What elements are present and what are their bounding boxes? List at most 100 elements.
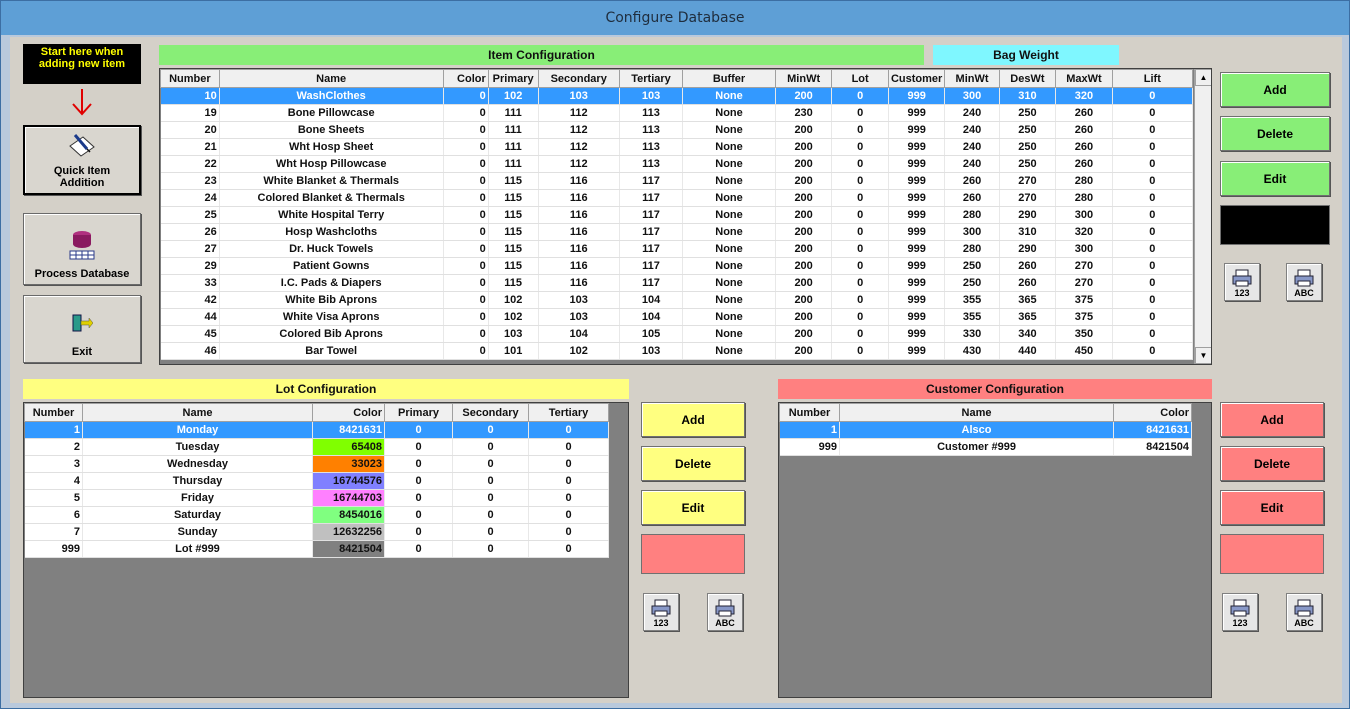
item-color-swatch[interactable] <box>1220 205 1330 245</box>
table-row[interactable]: 5 Friday 16744703 0 0 0 <box>24 489 609 507</box>
table-cell: 113 <box>619 138 684 156</box>
table-row[interactable]: 24 Colored Blanket & Thermals 0 115 116 117 No… <box>160 189 1194 207</box>
table-row[interactable]: 27 Dr. Huck Towels 0 115 116 117 None 200 0 999 28… <box>160 240 1194 258</box>
col-tertiary[interactable]: Tertiary <box>528 403 609 422</box>
item-print-by-name-button[interactable]: ABC <box>1286 263 1322 301</box>
table-cell: 200 <box>775 121 833 139</box>
col-lift[interactable]: Lift <box>1111 69 1194 88</box>
table-row[interactable]: 29 Patient Gowns 0 115 116 117 None 200 0 999 250 2… <box>160 257 1194 275</box>
table-row[interactable]: 999 Lot #999 8421504 0 0 0 <box>24 540 609 558</box>
col-bag-minwt[interactable]: MinWt <box>944 69 1000 88</box>
table-row[interactable]: 33 I.C. Pads & Diapers 0 115 116 117 None 200 0 9… <box>160 274 1194 292</box>
table-row[interactable]: 26 Hosp Washcloths 0 115 116 117 None 200 0 999 30… <box>160 223 1194 241</box>
col-name[interactable]: Name <box>82 403 313 422</box>
table-row[interactable]: 45 Colored Bib Aprons 0 103 104 105 None 200 0 99… <box>160 325 1194 343</box>
col-buffer[interactable]: Buffer <box>682 69 776 88</box>
col-secondary[interactable]: Secondary <box>537 69 620 88</box>
table-row[interactable]: 10 WashClothes 0 102 103 103 None 200 0 999 300 310… <box>160 87 1194 105</box>
table-cell: None <box>682 87 776 105</box>
table-cell: 0 <box>452 506 529 524</box>
lot-config-grid[interactable]: Number Name Color Primary Secondary Tert… <box>23 402 629 698</box>
table-cell: 0 <box>452 523 529 541</box>
lot-delete-button[interactable]: Delete <box>641 446 745 481</box>
customer-color-swatch[interactable] <box>1220 534 1324 574</box>
item-add-button[interactable]: Add <box>1220 72 1330 107</box>
col-tertiary[interactable]: Tertiary <box>618 69 684 88</box>
lot-add-button[interactable]: Add <box>641 402 745 437</box>
customer-delete-button[interactable]: Delete <box>1220 446 1324 481</box>
table-cell: Dr. Huck Towels <box>219 240 444 258</box>
table-row[interactable]: 3 Wednesday 33023 0 0 0 <box>24 455 609 473</box>
col-color[interactable]: Color <box>312 403 385 422</box>
item-edit-button[interactable]: Edit <box>1220 161 1330 196</box>
col-secondary[interactable]: Secondary <box>452 403 529 422</box>
table-cell: 21 <box>160 138 220 156</box>
customer-add-button[interactable]: Add <box>1220 402 1324 437</box>
col-number[interactable]: Number <box>779 403 840 422</box>
printer-icon <box>1293 269 1315 287</box>
col-color[interactable]: Color <box>1113 403 1192 422</box>
table-row[interactable]: 4 Thursday 16744576 0 0 0 <box>24 472 609 490</box>
col-number[interactable]: Number <box>160 69 220 88</box>
col-primary[interactable]: Primary <box>487 69 539 88</box>
table-cell: Bone Sheets <box>219 121 444 139</box>
item-config-table: Number Name Color Primary Secondary Tert… <box>160 69 1194 360</box>
table-row[interactable]: 2 Tuesday 65408 0 0 0 <box>24 438 609 456</box>
table-cell: 0 <box>831 223 889 241</box>
col-primary[interactable]: Primary <box>384 403 453 422</box>
scroll-down-arrow-icon[interactable]: ▼ <box>1195 347 1211 364</box>
col-customer[interactable]: Customer <box>887 69 946 88</box>
customer-config-grid[interactable]: Number Name Color 1 Alsco 8421631 999 Custom… <box>778 402 1212 698</box>
print-number-label: 123 <box>653 618 669 628</box>
customer-print-by-name-button[interactable]: ABC <box>1286 593 1322 631</box>
lot-color-swatch[interactable] <box>641 534 745 574</box>
lot-print-by-number-button[interactable]: 123 <box>643 593 679 631</box>
table-cell: Colored Bib Aprons <box>219 325 444 343</box>
col-color[interactable]: Color <box>442 69 489 88</box>
table-row[interactable]: 25 White Hospital Terry 0 115 116 117 None 200 0… <box>160 206 1194 224</box>
table-row[interactable]: 23 White Blanket & Thermals 0 115 116 117 None… <box>160 172 1194 190</box>
exit-button[interactable]: Exit <box>23 295 141 363</box>
col-bag-maxwt[interactable]: MaxWt <box>1055 69 1113 88</box>
table-cell: 0 <box>831 257 889 275</box>
table-cell: 0 <box>831 308 889 326</box>
lot-print-by-name-button[interactable]: ABC <box>707 593 743 631</box>
quick-item-addition-label: Quick Item Addition <box>53 165 111 189</box>
lot-config-header-row: Number Name Color Primary Secondary Tert… <box>24 403 609 422</box>
scroll-up-arrow-icon[interactable]: ▲ <box>1195 69 1211 86</box>
table-row[interactable]: 1 Alsco 8421631 <box>779 421 1192 439</box>
item-config-grid[interactable]: Number Name Color Primary Secondary Tert… <box>159 68 1212 365</box>
table-row[interactable]: 42 White Bib Aprons 0 102 103 104 None 200 0 999 3… <box>160 291 1194 309</box>
table-row[interactable]: 20 Bone Sheets 0 111 112 113 None 200 0 999 240 250… <box>160 121 1194 139</box>
table-cell: 250 <box>999 121 1057 139</box>
col-name[interactable]: Name <box>839 403 1114 422</box>
table-row[interactable]: 6 Saturday 8454016 0 0 0 <box>24 506 609 524</box>
lot-edit-button[interactable]: Edit <box>641 490 745 525</box>
table-row[interactable]: 999 Customer #999 8421504 <box>779 438 1192 456</box>
customer-print-by-number-button[interactable]: 123 <box>1222 593 1258 631</box>
col-minwt[interactable]: MinWt <box>774 69 833 88</box>
customer-edit-button[interactable]: Edit <box>1220 490 1324 525</box>
col-name[interactable]: Name <box>218 69 444 88</box>
item-delete-button[interactable]: Delete <box>1220 116 1330 151</box>
table-cell: 20 <box>160 121 220 139</box>
table-row[interactable]: 21 Wht Hosp Sheet 0 111 112 113 None 200 0 999 240… <box>160 138 1194 156</box>
item-print-by-number-button[interactable]: 123 <box>1224 263 1260 301</box>
quick-item-addition-button[interactable]: Quick Item Addition <box>23 125 141 195</box>
table-row[interactable]: 7 Sunday 12632256 0 0 0 <box>24 523 609 541</box>
table-row[interactable]: 44 White Visa Aprons 0 102 103 104 None 200 0 999… <box>160 308 1194 326</box>
table-row[interactable]: 46 Bar Towel 0 101 102 103 None 200 0 999 430 440 45… <box>160 342 1194 360</box>
process-database-button[interactable]: Process Database <box>23 213 141 285</box>
table-row[interactable]: 22 Wht Hosp Pillowcase 0 111 112 113 None 200 0 9… <box>160 155 1194 173</box>
table-cell: 113 <box>619 104 684 122</box>
col-number[interactable]: Number <box>24 403 83 422</box>
table-row[interactable]: 19 Bone Pillowcase 0 111 112 113 None 230 0 999 24… <box>160 104 1194 122</box>
col-bag-deswt[interactable]: DesWt <box>998 69 1057 88</box>
table-cell: 200 <box>775 138 833 156</box>
table-row[interactable]: 1 Monday 8421631 0 0 0 <box>24 421 609 439</box>
table-cell: 300 <box>944 87 1000 105</box>
table-cell: 200 <box>775 206 833 224</box>
item-config-scrollbar[interactable]: ▲ ▼ <box>1194 69 1211 364</box>
table-cell: 310 <box>999 223 1057 241</box>
col-lot[interactable]: Lot <box>831 69 889 88</box>
